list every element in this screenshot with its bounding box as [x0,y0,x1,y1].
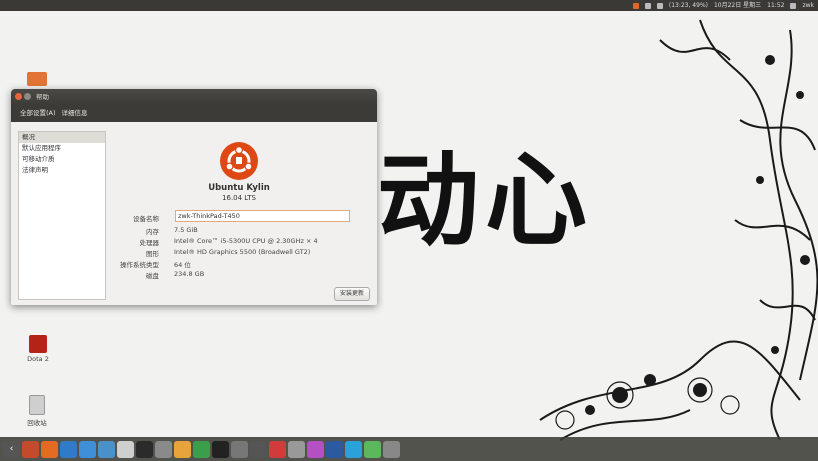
archive-icon[interactable] [174,440,191,458]
graphics-row: 图形 Intel® HD Graphics 5500 (Broadwell GT… [121,248,371,258]
top-panel: (13:23, 49%) 10月22日 星期三 11:52 zwk [0,0,818,11]
sidebar-item-removable-media[interactable]: 可移动介质 [19,154,105,165]
file-manager-icon[interactable] [22,440,39,458]
system-tray: (13:23, 49%) 10月22日 星期三 11:52 zwk [632,0,814,11]
memory-row: 内存 7.5 GiB [121,226,371,236]
network-icon[interactable] [644,2,651,9]
desktop-dota2[interactable]: Dota 2 [23,335,53,363]
firefox-icon[interactable] [41,440,58,458]
all-settings-button[interactable]: 全部设置(A) [20,105,56,122]
files-icon[interactable] [155,440,172,458]
close-icon[interactable] [15,93,22,100]
window-title: 帮助 [36,93,49,101]
processor-label: 处理器 [139,239,160,247]
memory-value: 7.5 GiB [174,226,198,234]
thunderbird-icon[interactable] [79,440,96,458]
device-name-label: 设备名称 [133,215,159,223]
username[interactable]: zwk [802,0,814,11]
window-titlebar[interactable]: 帮助 [11,89,377,105]
desktop-trash[interactable]: 回收站 [22,395,52,427]
folder-icon [27,72,47,86]
graphics-label: 图形 [146,250,159,258]
disk-row: 磁盘 234.8 GB [121,270,371,280]
product-version: 16.04 LTS [222,194,256,202]
sidebar-item-default-apps[interactable]: 默认应用程序 [19,143,105,154]
minimize-icon[interactable] [24,93,31,100]
camera-icon[interactable] [250,440,267,458]
os-type-label: 操作系统类型 [120,261,159,269]
system-monitor-icon[interactable] [212,440,229,458]
wechat-icon[interactable] [364,440,381,458]
os-type-row: 操作系统类型 64 位 [120,259,371,269]
os-type-value: 64 位 [174,261,191,269]
music-icon[interactable] [269,440,286,458]
details-sidebar: 概况 默认应用程序 可移动介质 法律声明 [18,131,106,300]
details-window: 帮助 全部设置(A) 详细信息 概况 默认应用程序 可移动介质 法律声明 Ubu… [11,89,377,305]
desktop-trash-label: 回收站 [27,419,47,427]
telegram-icon[interactable] [345,440,362,458]
battery-indicator[interactable]: (13:23, 49%) [669,0,708,11]
window-toolbar: 全部设置(A) 详细信息 [11,105,377,122]
disk-value: 234.8 GB [174,270,205,278]
dota2-icon [29,335,47,353]
desktop-dota2-label: Dota 2 [27,355,49,363]
graphics-value: Intel® HD Graphics 5500 (Broadwell GT2) [174,248,311,256]
clock[interactable]: 11:52 [767,0,784,11]
processor-row: 处理器 Intel® Core™ i5-5300U CPU @ 2.30GHz … [121,237,371,247]
date-indicator[interactable]: 10月22日 星期三 [714,0,761,11]
trash-launcher-icon[interactable] [231,440,248,458]
window-content: 概况 默认应用程序 可移动介质 法律声明 Ubuntu Kylin 16.04 … [11,122,377,305]
gear-icon[interactable] [790,2,797,9]
product-name: Ubuntu Kylin [208,183,270,193]
install-updates-button[interactable]: 安装更新 [334,287,370,301]
trash-icon [29,395,45,415]
processor-value: Intel® Core™ i5-5300U CPU @ 2.30GHz × 4 [174,237,318,245]
sidebar-item-legal[interactable]: 法律声明 [19,165,105,176]
video-icon[interactable] [307,440,324,458]
launcher-bar: ‹ [0,437,818,461]
device-name-field[interactable]: zwk-ThinkPad-T450 [175,210,350,222]
ide-icon[interactable] [326,440,343,458]
details-button[interactable]: 详细信息 [62,105,88,122]
disk-label: 磁盘 [146,272,159,280]
office-icon[interactable] [193,440,210,458]
show-apps-icon[interactable]: ‹ [3,440,20,458]
ubuntu-logo-icon [220,142,258,180]
disks-icon[interactable] [288,440,305,458]
terminal-icon[interactable] [136,440,153,458]
browser-icon[interactable] [60,440,77,458]
desktop-folder[interactable] [26,72,48,88]
update-manager-icon[interactable] [98,440,115,458]
memory-label: 内存 [146,228,159,236]
sidebar-item-overview[interactable]: 概况 [19,132,105,143]
settings-icon[interactable] [383,440,400,458]
wallpaper-calligraphy: 动心 [377,141,593,261]
mail-icon[interactable] [656,2,663,9]
software-center-icon[interactable] [117,440,134,458]
ubuntu-kylin-indicator-icon[interactable] [632,2,639,9]
